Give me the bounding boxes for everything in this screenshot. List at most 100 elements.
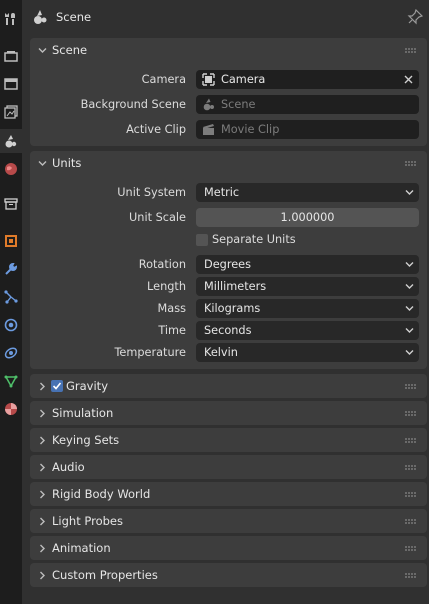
world-icon — [5, 163, 17, 175]
tab-object[interactable] — [0, 229, 22, 253]
camera-object-icon — [202, 73, 215, 86]
close-icon[interactable] — [404, 75, 413, 84]
custom-properties-panel[interactable]: Custom Properties — [30, 563, 427, 587]
view-layer-icon — [4, 105, 18, 119]
header-title: Scene — [56, 10, 92, 24]
gravity-panel[interactable]: Gravity — [30, 374, 427, 398]
unit-system-dropdown[interactable]: Metric — [196, 183, 419, 202]
tab-world[interactable] — [0, 157, 22, 181]
tab-constraints[interactable] — [0, 341, 22, 365]
tab-scene[interactable] — [0, 129, 22, 153]
animation-panel[interactable]: Animation — [30, 536, 427, 560]
scene-icon — [5, 135, 17, 148]
chevron-down-icon — [38, 161, 47, 166]
drag-handle-icon[interactable] — [405, 519, 417, 524]
pin-icon[interactable] — [407, 9, 423, 25]
unit-scale-value: 1.000000 — [280, 211, 335, 224]
chevron-down-icon — [405, 190, 414, 195]
keying-sets-panel-title: Keying Sets — [52, 433, 120, 447]
output-icon — [4, 78, 18, 90]
drag-handle-icon[interactable] — [405, 438, 417, 443]
active-clip-placeholder: Movie Clip — [221, 123, 280, 136]
temperature-label: Temperature — [114, 346, 186, 359]
scene-icon — [34, 10, 47, 24]
drag-handle-icon[interactable] — [405, 546, 417, 551]
tab-render[interactable] — [0, 44, 22, 68]
separate-units-checkbox[interactable] — [196, 234, 208, 246]
properties-tab-strip — [0, 0, 22, 604]
audio-panel[interactable]: Audio — [30, 455, 427, 479]
scene-panel-title: Scene — [52, 43, 88, 57]
material-icon — [5, 403, 17, 415]
rotation-dropdown[interactable]: Degrees — [196, 255, 419, 274]
checkmark-icon — [52, 382, 62, 390]
render-icon — [4, 51, 18, 62]
unit-scale-label: Unit Scale — [129, 211, 186, 224]
animation-panel-title: Animation — [52, 541, 111, 555]
modifier-icon — [5, 262, 18, 275]
unit-scale-field[interactable]: 1.000000 — [196, 208, 419, 227]
mass-dropdown[interactable]: Kilograms — [196, 299, 419, 318]
separate-units-label[interactable]: Separate Units — [212, 233, 296, 246]
chevron-down-icon — [405, 306, 414, 311]
scene-icon — [203, 98, 214, 111]
tab-physics[interactable] — [0, 313, 22, 337]
unit-system-value: Metric — [204, 186, 240, 199]
particles-icon — [4, 290, 18, 304]
tab-particles[interactable] — [0, 285, 22, 309]
active-clip-label: Active Clip — [126, 123, 186, 136]
chevron-down-icon — [405, 284, 414, 289]
tab-collection[interactable] — [0, 192, 22, 216]
tab-modifier[interactable] — [0, 257, 22, 281]
tool-icon — [5, 13, 15, 25]
gravity-checkbox[interactable] — [51, 380, 63, 392]
units-panel-header[interactable]: Units — [30, 151, 427, 176]
collection-icon — [4, 198, 18, 210]
clapperboard-icon — [203, 124, 214, 135]
data-icon — [4, 375, 18, 388]
chevron-right-icon — [40, 382, 45, 391]
chevron-right-icon — [40, 463, 45, 472]
chevron-right-icon — [40, 517, 45, 526]
temperature-dropdown[interactable]: Kelvin — [196, 343, 419, 362]
drag-handle-icon[interactable] — [405, 573, 417, 578]
tab-view-layer[interactable] — [0, 100, 22, 124]
tab-output[interactable] — [0, 72, 22, 96]
simulation-panel[interactable]: Simulation — [30, 401, 427, 425]
keying-sets-panel[interactable]: Keying Sets — [30, 428, 427, 452]
rotation-label: Rotation — [138, 258, 186, 271]
chevron-down-icon — [405, 328, 414, 333]
scene-panel-header[interactable]: Scene — [30, 38, 427, 63]
light-probes-panel-title: Light Probes — [52, 514, 123, 528]
units-panel-title: Units — [52, 156, 82, 170]
tab-data[interactable] — [0, 369, 22, 393]
chevron-right-icon — [40, 544, 45, 553]
active-clip-field[interactable]: Movie Clip — [196, 120, 419, 139]
drag-handle-icon[interactable] — [405, 465, 417, 470]
camera-field[interactable]: Camera — [196, 70, 419, 89]
tab-material[interactable] — [0, 397, 22, 421]
time-value: Seconds — [204, 324, 252, 337]
time-label: Time — [158, 324, 186, 337]
time-dropdown[interactable]: Seconds — [196, 321, 419, 340]
background-scene-field[interactable]: Scene — [196, 95, 419, 114]
length-value: Millimeters — [204, 280, 267, 293]
drag-handle-icon[interactable] — [405, 48, 417, 53]
tab-tool[interactable] — [0, 7, 22, 31]
object-icon — [5, 235, 17, 247]
light-probes-panel[interactable]: Light Probes — [30, 509, 427, 533]
chevron-down-icon — [405, 350, 414, 355]
drag-handle-icon[interactable] — [405, 384, 417, 389]
rotation-value: Degrees — [204, 258, 252, 271]
chevron-right-icon — [40, 409, 45, 418]
custom-properties-panel-title: Custom Properties — [52, 568, 158, 582]
rigid-body-world-panel[interactable]: Rigid Body World — [30, 482, 427, 506]
length-dropdown[interactable]: Millimeters — [196, 277, 419, 296]
chevron-right-icon — [40, 571, 45, 580]
drag-handle-icon[interactable] — [405, 411, 417, 416]
drag-handle-icon[interactable] — [405, 161, 417, 166]
length-label: Length — [147, 280, 186, 293]
units-panel: Units Unit System Metric Unit Scale 1.00… — [30, 151, 427, 369]
drag-handle-icon[interactable] — [405, 492, 417, 497]
simulation-panel-title: Simulation — [52, 406, 114, 420]
